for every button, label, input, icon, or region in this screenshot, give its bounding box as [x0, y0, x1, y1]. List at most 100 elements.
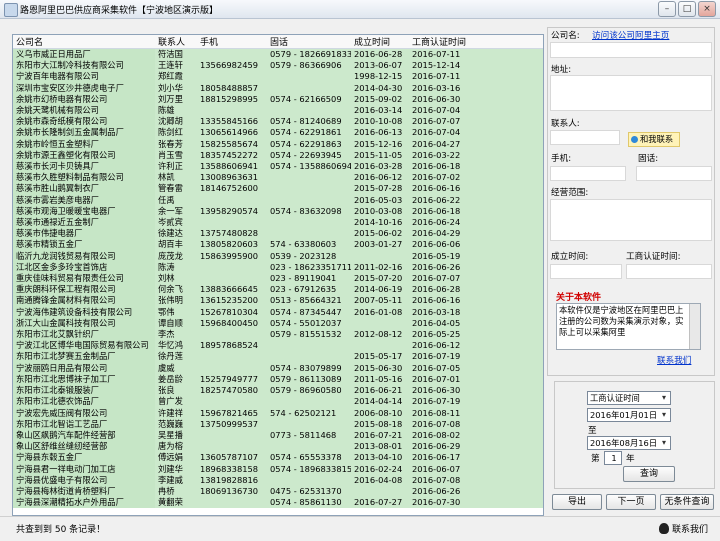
table-row[interactable]: 宁海县深潮精拓水户外用品厂 黄翻荣 0574 - 85861130 2016-07-2… [13, 497, 543, 509]
column-header[interactable]: 固话 [267, 35, 351, 49]
contact-us-link[interactable]: 联系我们 [657, 354, 691, 366]
maximize-button[interactable]: □ [678, 1, 696, 17]
table-row[interactable]: 余姚天鹭机械有限公司 陈雄 2016-03-14 2016-07-04 [13, 105, 543, 117]
table-row[interactable]: 慈溪市精锁五金厂 胡百丰 13805820603 574 - 63380603 2003… [13, 239, 543, 251]
query-button[interactable]: 查询 [623, 466, 675, 482]
table-cell: 刘万里 [155, 93, 197, 106]
table-row[interactable]: 东阳市江北智诣工艺品厂 范巍巍 13750999537 2015-08-18 2016-… [13, 418, 543, 430]
from-date-picker[interactable]: 2016年01月01日 ▾ [587, 408, 671, 422]
table-row[interactable]: 宁波海伟建筑设备科技有限公司 鄂伟 15267810304 0574 - 873454… [13, 306, 543, 318]
table-row[interactable]: 东阳市江北德农饰品厂 曾广发 2014-04-14 2016-07-19 [13, 396, 543, 408]
table-cell: 东阳市江北思博袜子加工厂 [13, 373, 155, 386]
table-cell: 18069136730 [197, 485, 267, 498]
table-cell: 宁波海伟建筑设备科技有限公司 [13, 306, 155, 318]
visit-homepage-link[interactable]: 访问该公司阿里主页 [592, 29, 669, 41]
table-row[interactable]: 慈溪市久胜塑料制品有限公司 林凯 13008963631 2016-06-12 2016… [13, 172, 543, 184]
table-row[interactable]: 慈溪市观海卫暖暖宝电器厂 余一军 13958290574 0574 - 8363209… [13, 205, 543, 218]
table-row[interactable]: 宁海县君一祥电动门加工店 刘建华 18968338158 0574 - 1896833… [13, 463, 543, 475]
table-cell: 2014-10-16 [351, 217, 409, 229]
table-cell [197, 362, 267, 374]
table-row[interactable]: 余姚市岭恒五金塑料厂 张春芳 15825585674 0574 - 62291863 2… [13, 138, 543, 150]
table-row[interactable]: 象山区飙鹅汽车配件经营部 吴星播 0773 - 5811468 2016-07-21 2… [13, 429, 543, 442]
table-cell [197, 261, 267, 274]
table-row[interactable]: 东阳市江北思博袜子加工厂 姜岳龄 15257949777 0579 - 8611308… [13, 373, 543, 386]
table-cell: 慈溪市久胜塑料制品有限公司 [13, 172, 155, 184]
table-cell: 2011-05-16 [351, 373, 409, 386]
table-cell: 2016-02-24 [351, 463, 409, 475]
table-cell [351, 317, 409, 330]
table-cell: 2016-06-12 [351, 172, 409, 184]
table-row[interactable]: 东阳市江北梦赛五金制品厂 徐丹莲 2015-05-17 2016-07-19 [13, 351, 543, 363]
company-table[interactable]: 公司名 联系人 手机 固话 成立时间 工商认证时间 义乌市威正日用品厂 符洁国 05… [12, 34, 544, 516]
table-row[interactable]: 宁海县东毂五金厂 傅远娟 13605787107 0574 - 65553378 201… [13, 452, 543, 464]
table-row[interactable]: 浙江大山金属科技有限公司 谭自顺 15968400450 0574 - 5501203… [13, 317, 543, 330]
table-row[interactable]: 慈溪市伟捷电器厂 徐建达 13757480828 2015-06-02 2016-04-… [13, 228, 543, 240]
table-row[interactable]: 慈溪市雾岩美彦电器厂 任禹 2016-05-03 2016-06-22 [13, 194, 543, 206]
table-row[interactable]: 余姚市森奇纸模有限公司 沈卿胡 13355845166 0574 - 81240689… [13, 116, 543, 128]
table-row[interactable]: 义乌市威正日用品厂 符洁国 0579 - 18266918330 2016-06-28… [13, 48, 543, 61]
close-button[interactable]: × [698, 1, 716, 17]
table-row[interactable]: 慈溪市长河卡贝铸具厂 许利正 13588606941 0574 - 135886069… [13, 161, 543, 173]
table-cell: 张良 [155, 385, 197, 397]
table-cell: 0574 - 55012037 [267, 317, 351, 330]
next-page-button[interactable]: 下一页 [606, 494, 656, 510]
table-cell [267, 183, 351, 195]
table-cell: 东阳市江北智诣工艺品厂 [13, 418, 155, 430]
table-cell: 义乌市威正日用品厂 [13, 48, 155, 61]
table-cell [197, 329, 267, 341]
about-scrollbar[interactable] [689, 304, 700, 349]
table-row[interactable]: 重庆朗科环保工程有限公司 何余飞 13883666645 023 - 67912635… [13, 284, 543, 296]
unconditional-query-button[interactable]: 无条件查询 [660, 494, 714, 510]
chevron-down-icon: ▾ [661, 393, 666, 402]
table-row[interactable]: 东阳市江北艾飘针织厂 李杰 0579 - 81551532 2012-08-12 201… [13, 329, 543, 341]
contact-label: 联系人: [551, 119, 580, 129]
minimize-button[interactable]: – [658, 1, 676, 17]
table-cell [267, 351, 351, 363]
table-row[interactable]: 深圳市宝安区沙井德虎电子厂 刘小华 18058488857 2014-04-30 201… [13, 82, 543, 94]
column-header[interactable]: 成立时间 [351, 35, 409, 49]
table-cell: 2016-07-08 [409, 474, 543, 486]
status-contact[interactable]: 联系我们 [658, 522, 708, 535]
table-row[interactable]: 余姚市源王鑫塑化有限公司 肖玉雪 18357452272 0574 - 2269394… [13, 149, 543, 162]
table-cell: 宁海县东毂五金厂 [13, 452, 155, 464]
table-row[interactable]: 宁波百年电器有限公司 郑红霞 1998-12-15 2016-07-11 [13, 71, 543, 83]
page-input[interactable]: 1 [604, 451, 622, 465]
table-row[interactable]: 慈溪市通禄近五金制厂 岑贰宾 2014-10-16 2016-06-24 [13, 217, 543, 229]
contact-me-button[interactable]: 和我联系 [628, 132, 680, 147]
table-cell: 2016-07-11 [409, 48, 543, 61]
column-header[interactable]: 公司名 [13, 35, 155, 49]
table-row[interactable]: 南通腾锋金属材料有限公司 张伟明 13615235200 0513 - 8566432… [13, 295, 543, 307]
field-select[interactable]: 工商认证时间 ▾ [587, 391, 671, 405]
table-cell: 余姚市长隆制剑五金属制品厂 [13, 127, 155, 139]
phone-field [636, 166, 712, 181]
table-row[interactable]: 东阳市大江制冷科技有限公司 王连轩 13566982459 0579 - 863669… [13, 60, 543, 72]
table-row[interactable]: 江北区金多多玲宝首饰店 陈涛 023 - 18623351711 2011-02-16… [13, 261, 543, 274]
table-row[interactable]: 余姚市幻桥电器有限公司 刘万里 18815298995 0574 - 62166509… [13, 93, 543, 106]
about-textbox[interactable]: 本软件仅是宁波地区在阿里巴巴上注册的公司数为采集演示对象，实际上可以采集阿里 [556, 303, 701, 350]
table-cell: 象山区舒维丝缝纫经营部 [13, 441, 155, 453]
table-row[interactable]: 慈溪市胜山鹅翼制衣厂 管春雷 18146752600 2015-07-28 2016-0… [13, 183, 543, 195]
table-row[interactable]: 余姚市长隆制剑五金属制品厂 陈剑红 13065614966 0574 - 622918… [13, 127, 543, 139]
column-header[interactable]: 联系人 [155, 35, 197, 49]
table-row[interactable]: 宁波江北区博华电国际贸易有限公司 华忆鸿 18957868524 2016-06-12 [13, 340, 543, 352]
table-row[interactable]: 象山区舒维丝缝纫经营部 唐为榕 2013-08-01 2016-06-29 [13, 441, 543, 453]
table-cell: 1998-12-15 [351, 71, 409, 83]
table-cell: 0579 - 86113089 [267, 373, 351, 386]
table-row[interactable]: 重庆佳味科贸易有限责任公司 刘林 023 - 89119041 2015-07-20 2… [13, 273, 543, 285]
table-row[interactable]: 宁海县优盛电子有限公司 李建威 13819828816 2016-04-08 2016-… [13, 474, 543, 486]
table-row[interactable]: 宁海县梅林街道肯桥塑料厂 冉桥 18069136730 0475 - 62531370… [13, 485, 543, 498]
table-cell: 2016-06-24 [409, 217, 543, 229]
column-header[interactable]: 手机 [197, 35, 267, 49]
table-row[interactable]: 宁波宏先威压阀有限公司 许建祥 15967821465 574 - 62502121 2… [13, 407, 543, 419]
table-row[interactable]: 临沂九龙润钱贸易有限公司 庞茂龙 15863995900 0539 - 2023128… [13, 250, 543, 262]
export-button[interactable]: 导出 [552, 494, 602, 510]
table-cell: 宁波宏先威压阀有限公司 [13, 407, 155, 419]
table-cell [267, 71, 351, 83]
table-cell: 庞茂龙 [155, 250, 197, 262]
column-header[interactable]: 工商认证时间 [409, 35, 543, 49]
table-row[interactable]: 东阳市江北泰锻服装厂 张良 18257470580 0579 - 86960580 20… [13, 385, 543, 397]
table-cell: 2015-06-30 [351, 362, 409, 374]
to-date-picker[interactable]: 2016年08月16日 ▾ [587, 436, 671, 450]
table-row[interactable]: 宁波丽鸥日用品有限公司 虞威 0574 - 83079899 2015-06-30 20… [13, 362, 543, 374]
table-cell: 2016-06-16 [409, 295, 543, 307]
